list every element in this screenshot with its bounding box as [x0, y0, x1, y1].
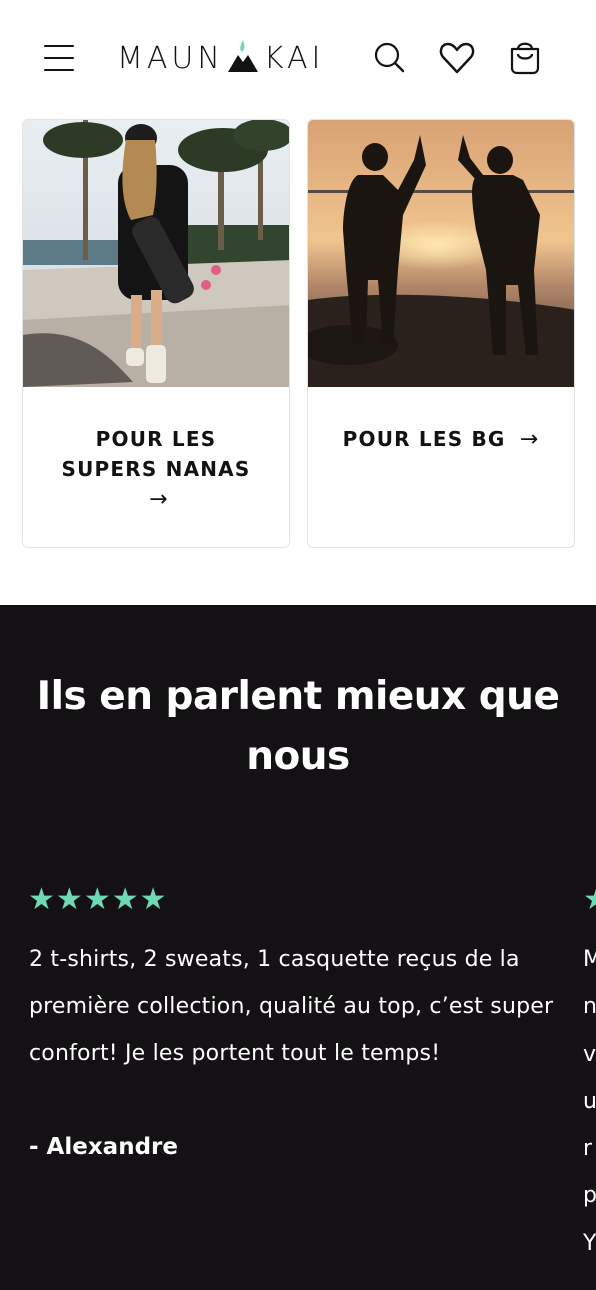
menu-line — [44, 69, 74, 71]
collection-title-women-text: POUR LES SUPERS NANAS — [61, 427, 251, 481]
star-icon: ★ — [28, 882, 55, 917]
site-header: MAUN KAI — [0, 0, 596, 116]
arrow-right-icon: → — [149, 487, 169, 512]
logo-text-left: MAUN — [117, 40, 224, 76]
collection-title-men-text: POUR LES BG — [342, 427, 506, 451]
star-icon: ★ — [55, 882, 83, 917]
collection-title-men: POUR LES BG → — [308, 424, 574, 455]
next-review-star-icon: ★ — [583, 885, 596, 915]
logo-text-right: KAI — [263, 40, 325, 76]
logo-mountain-drop-icon — [227, 40, 258, 72]
menu-line — [44, 45, 74, 47]
testimonials-section: Ils en parlent mieux que nous ★ ★ ★ ★ ★ … — [0, 605, 596, 1290]
star-icon: ★ — [111, 882, 139, 917]
search-icon[interactable] — [369, 38, 409, 78]
testimonials-title: Ils en parlent mieux que nous — [36, 674, 560, 779]
shopping-bag-icon[interactable] — [505, 38, 545, 78]
collection-title-women: POUR LES SUPERS NANAS → — [23, 424, 289, 515]
star-icon: ★ — [83, 882, 111, 917]
review-author: - Alexandre — [29, 1134, 178, 1160]
next-review-preview[interactable]: M n v u r p Y — [583, 936, 596, 1267]
collection-image-men — [308, 120, 574, 387]
brand-logo[interactable]: MAUN KAI — [117, 36, 324, 80]
review-text: 2 t-shirts, 2 sweats, 1 casquette reçus … — [29, 947, 554, 1066]
collection-image-women — [23, 120, 289, 387]
arrow-right-icon: → — [519, 427, 540, 452]
menu-line — [44, 57, 74, 59]
collection-card-men[interactable]: POUR LES BG → — [307, 119, 575, 548]
hamburger-menu-icon[interactable] — [44, 42, 76, 72]
star-icon: ★ — [139, 882, 167, 917]
collection-card-women[interactable]: POUR LES SUPERS NANAS → — [22, 119, 290, 548]
heart-icon[interactable] — [437, 38, 477, 78]
logo-text: MAUN KAI — [117, 40, 324, 76]
rating-stars: ★ ★ ★ ★ ★ — [28, 885, 167, 915]
